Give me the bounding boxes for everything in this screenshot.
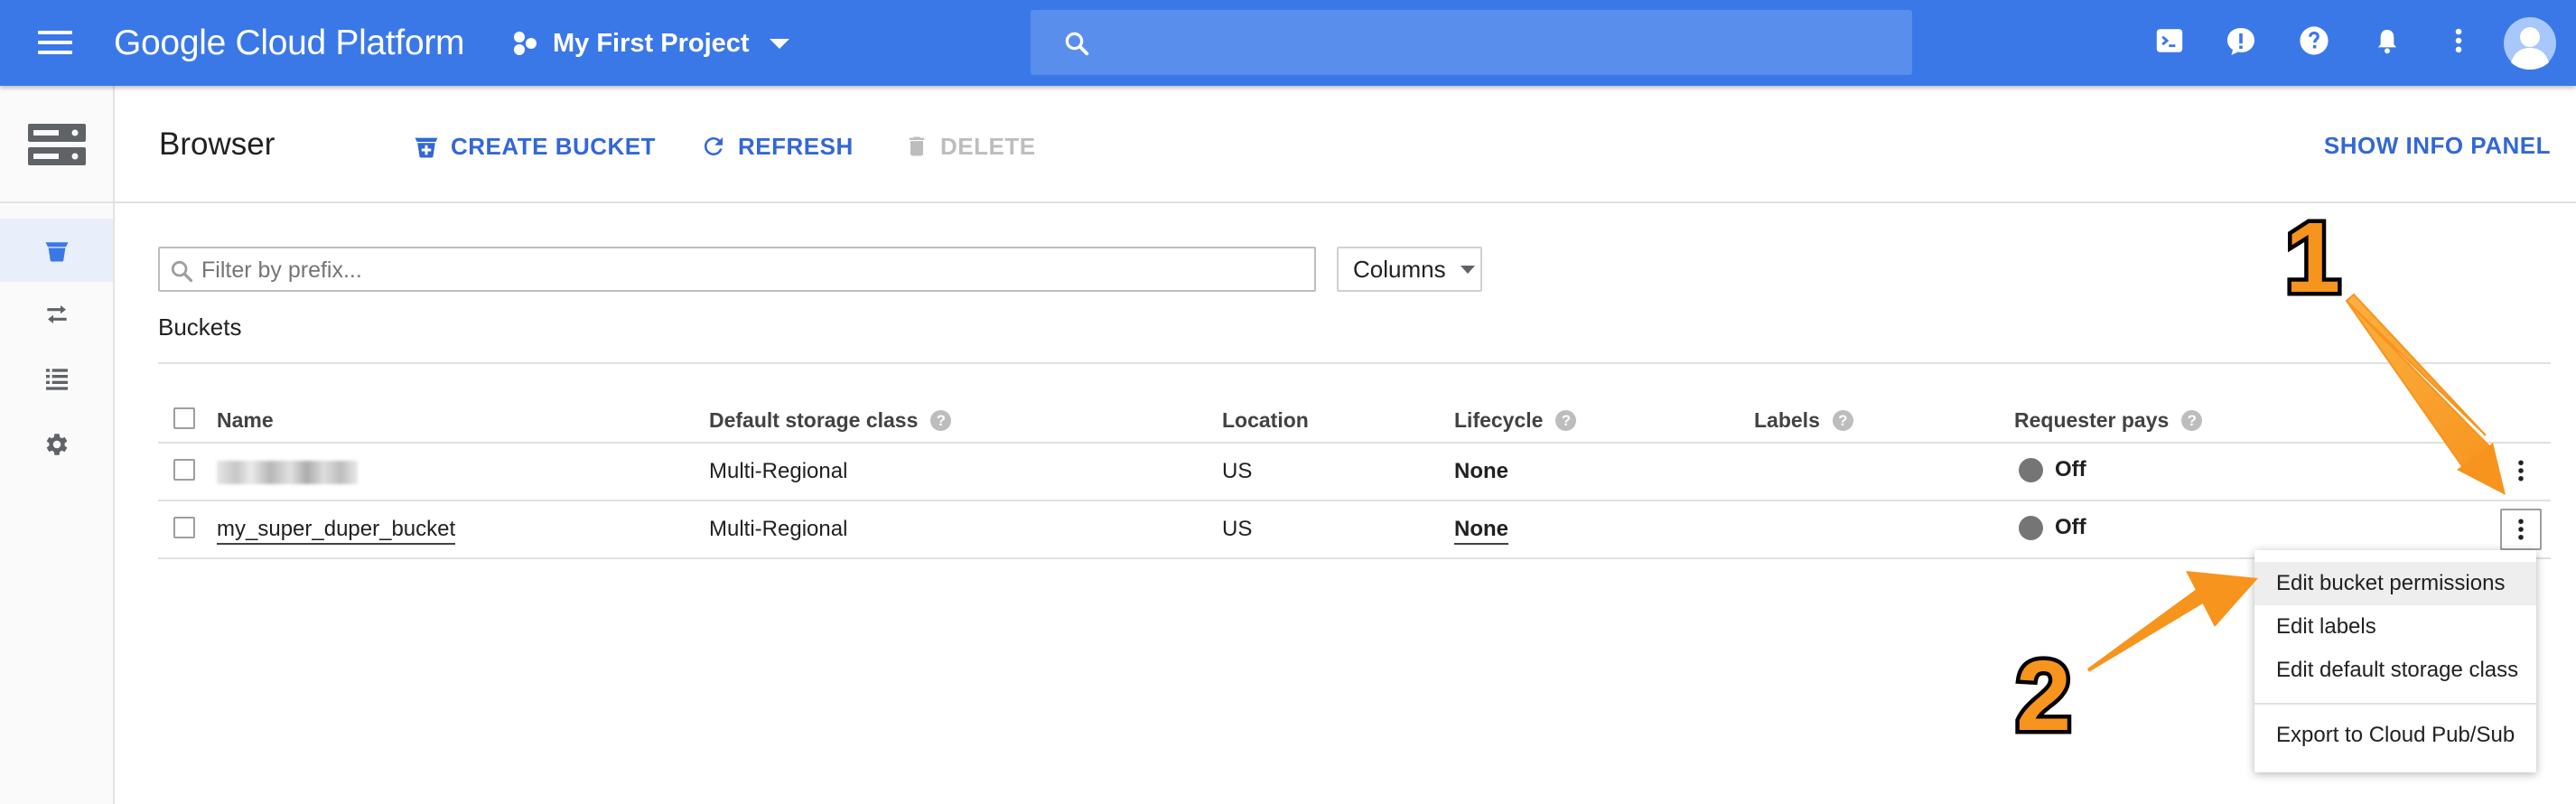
delete-label: DELETE xyxy=(940,132,1036,160)
create-bucket-button[interactable]: CREATE BUCKET xyxy=(413,130,656,163)
location-cell: US xyxy=(1222,459,1253,483)
nav-item-transfer[interactable] xyxy=(0,283,113,346)
delete-button[interactable]: DELETE xyxy=(904,130,1036,163)
search-icon xyxy=(1065,32,1089,56)
help-icon[interactable]: ? xyxy=(1555,410,1577,431)
help-icon[interactable]: ? xyxy=(1832,410,1853,431)
bucket-icon xyxy=(45,242,68,262)
delete-icon xyxy=(909,136,925,156)
action-bar: Browser CREATE BUCKET REFRESH DELETE SHO… xyxy=(115,86,2576,203)
storage-product-icon[interactable] xyxy=(0,113,113,176)
more-vert-icon xyxy=(2518,460,2524,481)
column-header-location[interactable]: Location xyxy=(1222,408,1309,433)
section-title: Buckets xyxy=(158,313,242,341)
refresh-icon xyxy=(705,137,723,155)
table-header-divider xyxy=(158,442,2551,444)
account-avatar-icon[interactable] xyxy=(2503,16,2557,70)
filter-search-icon xyxy=(171,260,193,283)
location-cell: US xyxy=(1222,517,1253,541)
menu-divider xyxy=(2254,703,2536,705)
list-icon xyxy=(45,369,68,390)
settings-icon xyxy=(46,434,67,455)
columns-dropdown[interactable]: Columns xyxy=(1337,247,1482,292)
refresh-button[interactable]: REFRESH xyxy=(700,130,854,163)
row-checkbox[interactable] xyxy=(173,517,195,538)
menu-item-export-to-pubsub[interactable]: Export to Cloud Pub/Sub xyxy=(2254,714,2536,757)
dropdown-caret-icon xyxy=(769,38,789,49)
nav-item-browser[interactable] xyxy=(0,219,113,282)
transfer-icon xyxy=(46,305,67,323)
row-divider xyxy=(158,557,2551,559)
storage-class-cell: Multi-Regional xyxy=(709,459,848,483)
cloud-shell-icon[interactable] xyxy=(2154,25,2190,61)
create-bucket-icon xyxy=(415,137,438,158)
nav-item-settings[interactable] xyxy=(0,413,113,476)
menu-item-edit-default-storage-class[interactable]: Edit default storage class xyxy=(2254,649,2536,692)
column-header-lifecycle[interactable]: Lifecycle ? xyxy=(1454,408,1577,433)
bucket-context-menu: Edit bucket permissions Edit labels Edit… xyxy=(2254,550,2536,772)
menu-item-edit-bucket-permissions[interactable]: Edit bucket permissions xyxy=(2254,562,2536,605)
filter-box[interactable] xyxy=(158,247,1316,292)
create-bucket-label: CREATE BUCKET xyxy=(451,132,657,160)
refresh-label: REFRESH xyxy=(738,132,854,160)
status-dot-icon xyxy=(2019,515,2043,540)
notifications-icon[interactable] xyxy=(2373,25,2409,61)
feedback-icon[interactable] xyxy=(2225,25,2261,61)
search-box[interactable] xyxy=(1031,10,1912,75)
requester-pays-status: Off xyxy=(2019,457,2086,482)
row-menu-button[interactable] xyxy=(2500,509,2542,550)
step-2-label: 2 xyxy=(2016,640,2071,752)
lifecycle-cell: None xyxy=(1454,459,1508,483)
arrow-1-head xyxy=(2457,443,2506,495)
row-menu-button[interactable] xyxy=(2500,450,2542,491)
arrow-2-head xyxy=(2186,571,2258,627)
bucket-name-link[interactable]: my_super_duper_bucket xyxy=(217,517,456,545)
project-icon xyxy=(514,32,537,55)
help-icon[interactable] xyxy=(2299,25,2335,61)
project-selector[interactable]: My First Project xyxy=(511,23,789,63)
column-header-storage-class[interactable]: Default storage class ? xyxy=(709,408,952,433)
menu-icon[interactable] xyxy=(34,26,81,61)
nav-item-transfer-appliance[interactable] xyxy=(0,347,113,410)
page-title: Browser xyxy=(159,126,275,162)
columns-label: Columns xyxy=(1353,255,1446,283)
show-info-panel-button[interactable]: SHOW INFO PANEL xyxy=(2324,132,2551,160)
arrow-2 xyxy=(2086,584,2211,672)
section-divider xyxy=(158,362,2551,364)
help-icon[interactable]: ? xyxy=(930,410,952,431)
more-vert-icon xyxy=(2518,519,2524,540)
help-icon[interactable]: ? xyxy=(2181,410,2203,431)
bucket-name-redacted[interactable] xyxy=(217,461,358,484)
search-input[interactable] xyxy=(1112,21,1889,64)
step-1-label: 1 xyxy=(2285,202,2340,313)
storage-class-cell: Multi-Regional xyxy=(709,517,848,541)
more-vert-icon[interactable] xyxy=(2443,25,2479,61)
product-brand[interactable]: Google Cloud Platform xyxy=(114,23,465,63)
dropdown-caret-icon xyxy=(1460,265,1475,274)
lifecycle-link[interactable]: None xyxy=(1454,517,1508,545)
project-name: My First Project xyxy=(553,28,750,58)
left-nav xyxy=(0,86,115,804)
column-header-name[interactable]: Name xyxy=(217,408,274,433)
column-header-labels[interactable]: Labels ? xyxy=(1754,408,1853,433)
status-dot-icon xyxy=(2019,457,2043,482)
requester-pays-status: Off xyxy=(2019,515,2086,540)
column-header-requester-pays[interactable]: Requester pays ? xyxy=(2014,408,2203,433)
menu-item-edit-labels[interactable]: Edit labels xyxy=(2254,605,2536,649)
nav-divider xyxy=(0,201,113,203)
filter-input[interactable] xyxy=(201,254,1303,286)
select-all-checkbox[interactable] xyxy=(173,407,195,429)
row-checkbox[interactable] xyxy=(173,459,195,481)
top-app-bar: Google Cloud Platform My First Project xyxy=(0,0,2576,86)
row-divider xyxy=(158,500,2551,501)
arrow-1 xyxy=(2345,293,2498,490)
